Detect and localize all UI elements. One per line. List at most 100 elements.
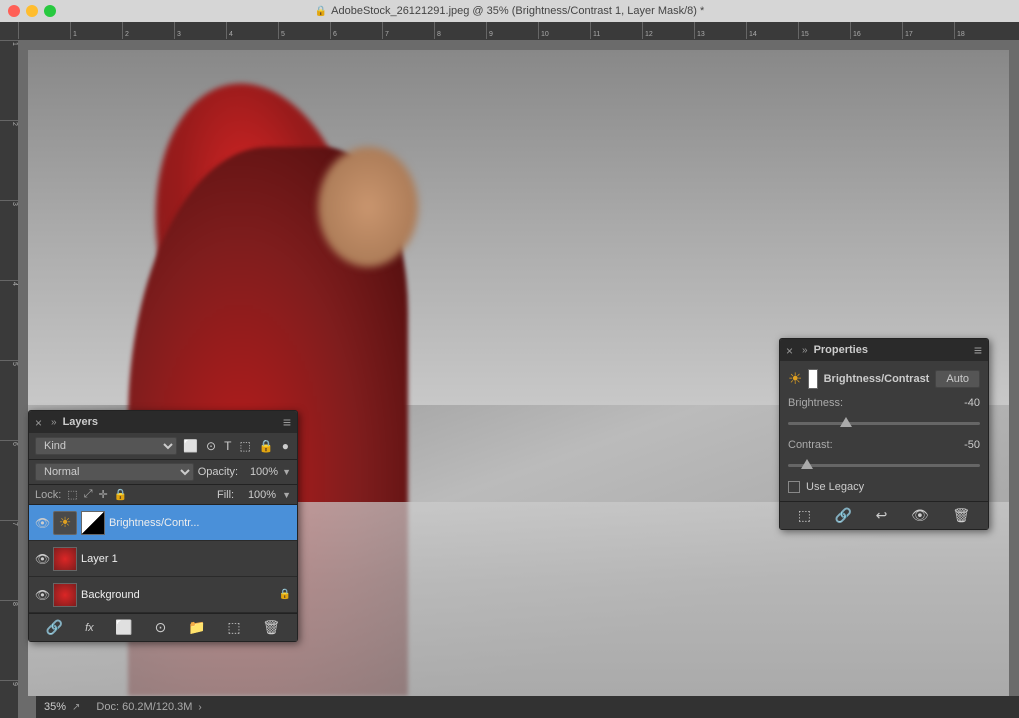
ruler-mark-v: 3 xyxy=(0,200,18,280)
layer-item-background[interactable]: 👁 Background 🔒 xyxy=(29,577,297,613)
properties-body: ☀ Brightness/Contrast Auto Brightness: -… xyxy=(780,361,988,501)
properties-layer-name: Brightness/Contrast xyxy=(824,373,930,385)
filter-adjustment-icon[interactable]: ⊙ xyxy=(204,438,218,454)
lock-checkerboard-icon[interactable]: ⬚ xyxy=(67,488,77,501)
properties-panel-menu-button[interactable]: ≡ xyxy=(974,342,982,358)
filter-all-icon[interactable]: ● xyxy=(280,438,291,454)
add-layer-style-icon[interactable]: fx xyxy=(85,622,94,634)
opacity-chevron-icon[interactable]: ▼ xyxy=(282,467,291,477)
layers-panel-title-left: × » Layers xyxy=(35,416,98,428)
filter-pixel-icon[interactable]: ⬜ xyxy=(181,438,200,454)
ruler-mark: 12 xyxy=(642,22,694,39)
new-layer-icon[interactable]: ⬚ xyxy=(227,619,240,636)
properties-layer-thumbnail xyxy=(808,369,817,389)
filter-smart-icon[interactable]: 🔒 xyxy=(257,438,276,454)
fill-label: Fill: xyxy=(217,489,234,501)
filter-shape-icon[interactable]: ⬚ xyxy=(237,438,252,454)
maximize-button[interactable] xyxy=(44,5,56,17)
properties-panel-title: Properties xyxy=(814,344,868,356)
ruler-mark: 5 xyxy=(278,22,330,39)
use-legacy-label: Use Legacy xyxy=(806,481,864,493)
blend-opacity-row: Normal Opacity: 100% ▼ xyxy=(29,460,297,485)
contrast-slider[interactable] xyxy=(788,457,980,473)
new-group-icon[interactable]: 📁 xyxy=(188,619,205,636)
layer-visibility-eye-icon[interactable]: 👁 xyxy=(35,516,49,530)
fill-chevron-icon[interactable]: ▼ xyxy=(282,490,291,500)
ruler-mark-v: 2 xyxy=(0,120,18,200)
ruler-v-marks: 1 2 3 4 5 6 7 8 9 xyxy=(0,40,18,718)
lock-fill-row: Lock: ⬚ ⤢ ✛ 🔒 Fill: 100% ▼ xyxy=(29,485,297,505)
title-text: AdobeStock_26121291.jpeg @ 35% (Brightne… xyxy=(331,5,704,17)
lock-label: Lock: xyxy=(35,489,61,501)
layers-panel-titlebar: × » Layers ≡ xyxy=(29,411,297,433)
use-legacy-row: Use Legacy xyxy=(788,481,980,493)
lock-all-icon[interactable]: 🔒 xyxy=(114,488,128,501)
add-mask-icon[interactable]: ⬜ xyxy=(115,619,132,636)
previous-state-icon[interactable]: 🔗 xyxy=(835,507,852,524)
ruler-corner xyxy=(0,22,18,40)
lock-icon: 🔒 xyxy=(315,6,327,17)
minimize-button[interactable] xyxy=(26,5,38,17)
layer-visibility-eye-icon[interactable]: 👁 xyxy=(35,588,49,602)
layer-lock-icon: 🔒 xyxy=(279,589,291,600)
ruler-mark: 4 xyxy=(226,22,278,39)
lock-move-icon[interactable]: ✛ xyxy=(99,488,108,501)
ruler-mark: 11 xyxy=(590,22,642,39)
layers-footer: 🔗 fx ⬜ ⊙ 📁 ⬚ 🗑 xyxy=(29,613,297,641)
opacity-label: Opacity: xyxy=(198,466,238,478)
doc-size: Doc: 60.2M/120.3M xyxy=(96,701,192,713)
filter-type-icon[interactable]: T xyxy=(222,438,233,454)
delete-layer-icon[interactable]: 🗑 xyxy=(262,619,280,636)
contrast-value[interactable]: -50 xyxy=(950,439,980,451)
layer-item-layer1[interactable]: 👁 Layer 1 xyxy=(29,541,297,577)
fill-value[interactable]: 100% xyxy=(240,489,276,501)
auto-button[interactable]: Auto xyxy=(935,370,980,388)
opacity-value[interactable]: 100% xyxy=(242,466,278,478)
delete-adjustment-icon[interactable]: 🗑 xyxy=(952,507,970,524)
brightness-slider[interactable] xyxy=(788,415,980,431)
ruler-mark: 8 xyxy=(434,22,486,39)
link-layers-icon[interactable]: 🔗 xyxy=(46,619,63,636)
brightness-label: Brightness: xyxy=(788,397,858,409)
ruler-top: 1 2 3 4 5 6 7 8 9 10 11 12 13 14 15 16 1… xyxy=(18,22,1019,40)
brightness-slider-thumb[interactable] xyxy=(840,417,852,427)
layers-close-button[interactable]: × xyxy=(35,417,45,427)
layers-panel-menu-button[interactable]: ≡ xyxy=(283,414,291,430)
close-button[interactable] xyxy=(8,5,20,17)
properties-panel: × » Properties ≡ ☀ Brightness/Contrast A… xyxy=(779,338,989,530)
zoom-out-icon[interactable]: ↗ xyxy=(72,702,80,713)
window-controls xyxy=(0,5,56,17)
toggle-visibility-icon[interactable]: 👁 xyxy=(911,507,929,524)
use-legacy-checkbox[interactable] xyxy=(788,481,800,493)
status-arrow[interactable]: › xyxy=(198,702,201,713)
properties-panel-title-left: × » Properties xyxy=(786,344,868,356)
properties-header-row: ☀ Brightness/Contrast Auto xyxy=(788,369,980,389)
contrast-row: Contrast: -50 xyxy=(788,439,980,451)
layer-thumbnail xyxy=(53,583,77,607)
lock-transform-icon[interactable]: ⤢ xyxy=(84,488,93,501)
ruler-left: 1 2 3 4 5 6 7 8 9 xyxy=(0,40,18,718)
ruler-mark: 18 xyxy=(954,22,1006,39)
properties-close-button[interactable]: × xyxy=(786,345,796,355)
ruler-mark: 9 xyxy=(486,22,538,39)
kind-filter-select[interactable]: Kind xyxy=(35,437,177,455)
ruler-mark: 3 xyxy=(174,22,226,39)
reset-icon[interactable]: ↩ xyxy=(876,507,888,524)
ruler-mark: 1 xyxy=(70,22,122,39)
properties-collapse-button[interactable]: » xyxy=(802,345,808,356)
properties-panel-titlebar: × » Properties ≡ xyxy=(780,339,988,361)
ruler-mark-v: 1 xyxy=(0,40,18,120)
zoom-level[interactable]: 35% xyxy=(44,701,66,713)
properties-footer: ⬚ 🔗 ↩ 👁 🗑 xyxy=(780,501,988,529)
contrast-slider-thumb[interactable] xyxy=(801,459,813,469)
clip-to-layer-icon[interactable]: ⬚ xyxy=(798,507,811,524)
layer-name: Layer 1 xyxy=(81,553,291,565)
brightness-adjustment-icon: ☀ xyxy=(788,369,802,389)
blend-mode-select[interactable]: Normal xyxy=(35,463,194,481)
ruler-mark-v: 9 xyxy=(0,680,18,718)
layer-visibility-eye-icon[interactable]: 👁 xyxy=(35,552,49,566)
brightness-value[interactable]: -40 xyxy=(950,397,980,409)
layers-collapse-button[interactable]: » xyxy=(51,417,57,428)
layer-item-brightness-contrast[interactable]: 👁 ☀ Brightness/Contr... xyxy=(29,505,297,541)
adjustment-layer-icon[interactable]: ⊙ xyxy=(155,619,167,636)
